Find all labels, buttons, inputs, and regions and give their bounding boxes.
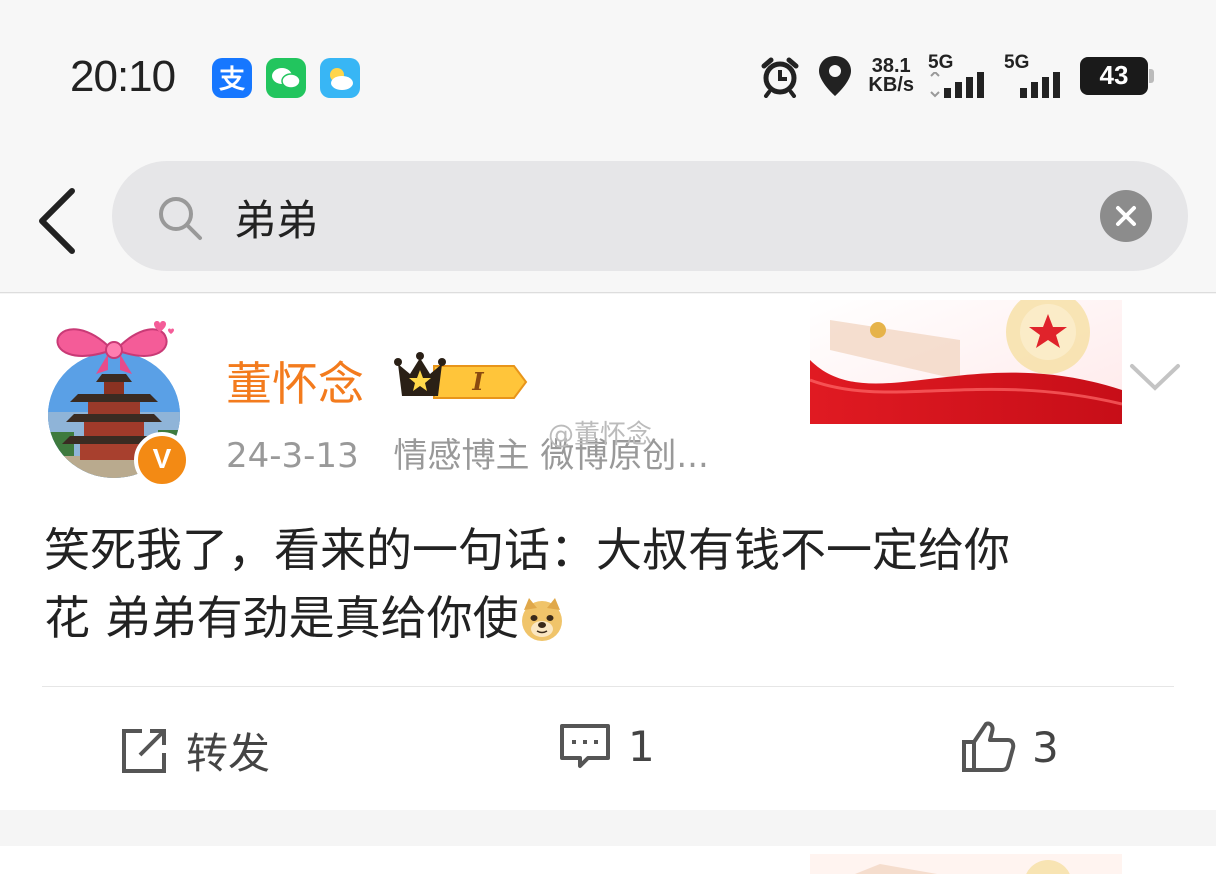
- festival-banner-decoration: [810, 300, 1122, 424]
- doge-emoji-icon: [521, 598, 562, 641]
- post-date: 24-3-13: [226, 436, 359, 476]
- battery-icon: 43: [1080, 57, 1154, 95]
- battery-level: 43: [1099, 60, 1129, 90]
- search-input[interactable]: 弟弟: [112, 161, 1188, 271]
- festival-banner-decoration: [810, 854, 1122, 874]
- signal-bars-icon: [1020, 72, 1060, 98]
- thumbs-up-icon: [962, 721, 1016, 772]
- post-content-line2: 花 弟弟有劲是真给你使: [44, 584, 1174, 652]
- weibo-watermark: @董怀念: [548, 420, 653, 450]
- member-crown-badge[interactable]: I: [394, 352, 528, 402]
- status-time: 20:10: [70, 52, 176, 101]
- action-divider: [42, 686, 1174, 687]
- post-content-line1: 笑死我了，看来的一句话：大叔有钱不一定给你: [44, 523, 1010, 577]
- close-icon: [1116, 206, 1136, 226]
- svg-text:支: 支: [219, 65, 245, 95]
- bow-decoration-icon: [56, 321, 174, 374]
- status-bar: 20:10 支 38.1 KB/s 5G 5G 43: [0, 0, 1216, 150]
- search-header: 弟弟: [0, 150, 1216, 293]
- post-menu-chevron-icon[interactable]: [1128, 358, 1182, 394]
- like-button[interactable]: 3: [960, 720, 1059, 774]
- post-content[interactable]: 笑死我了，看来的一句话：大叔有钱不一定给你 花 弟弟有劲是真给你使: [44, 516, 1174, 652]
- like-count: 3: [1032, 722, 1059, 772]
- next-post-card[interactable]: [0, 846, 1216, 874]
- comment-count: 1: [628, 721, 655, 771]
- clear-search-button[interactable]: [1100, 190, 1152, 242]
- alipay-icon: 支: [212, 58, 252, 98]
- wechat-icon: [266, 58, 306, 98]
- post-username[interactable]: 董怀念: [226, 348, 364, 414]
- repost-label: 转发: [186, 729, 271, 778]
- verified-badge: V: [134, 432, 190, 488]
- comment-button[interactable]: 1: [558, 720, 655, 772]
- search-query[interactable]: 弟弟: [234, 187, 318, 248]
- signal-1: 5G: [928, 53, 990, 98]
- signal-2: 5G: [1004, 53, 1066, 98]
- net-speed: 38.1 KB/s: [868, 55, 914, 96]
- weather-icon: [320, 58, 360, 98]
- signal-bars-icon: [930, 72, 984, 98]
- repost-icon: [122, 728, 166, 773]
- level-badge: I: [471, 367, 484, 396]
- status-right: 38.1 KB/s 5G 5G 43: [758, 53, 1154, 98]
- back-arrow-icon[interactable]: [34, 185, 82, 257]
- comment-icon: [560, 724, 610, 768]
- alarm-icon: [761, 57, 799, 98]
- search-icon: [159, 197, 202, 240]
- location-icon: [819, 56, 852, 96]
- repost-button[interactable]: 转发: [118, 720, 270, 781]
